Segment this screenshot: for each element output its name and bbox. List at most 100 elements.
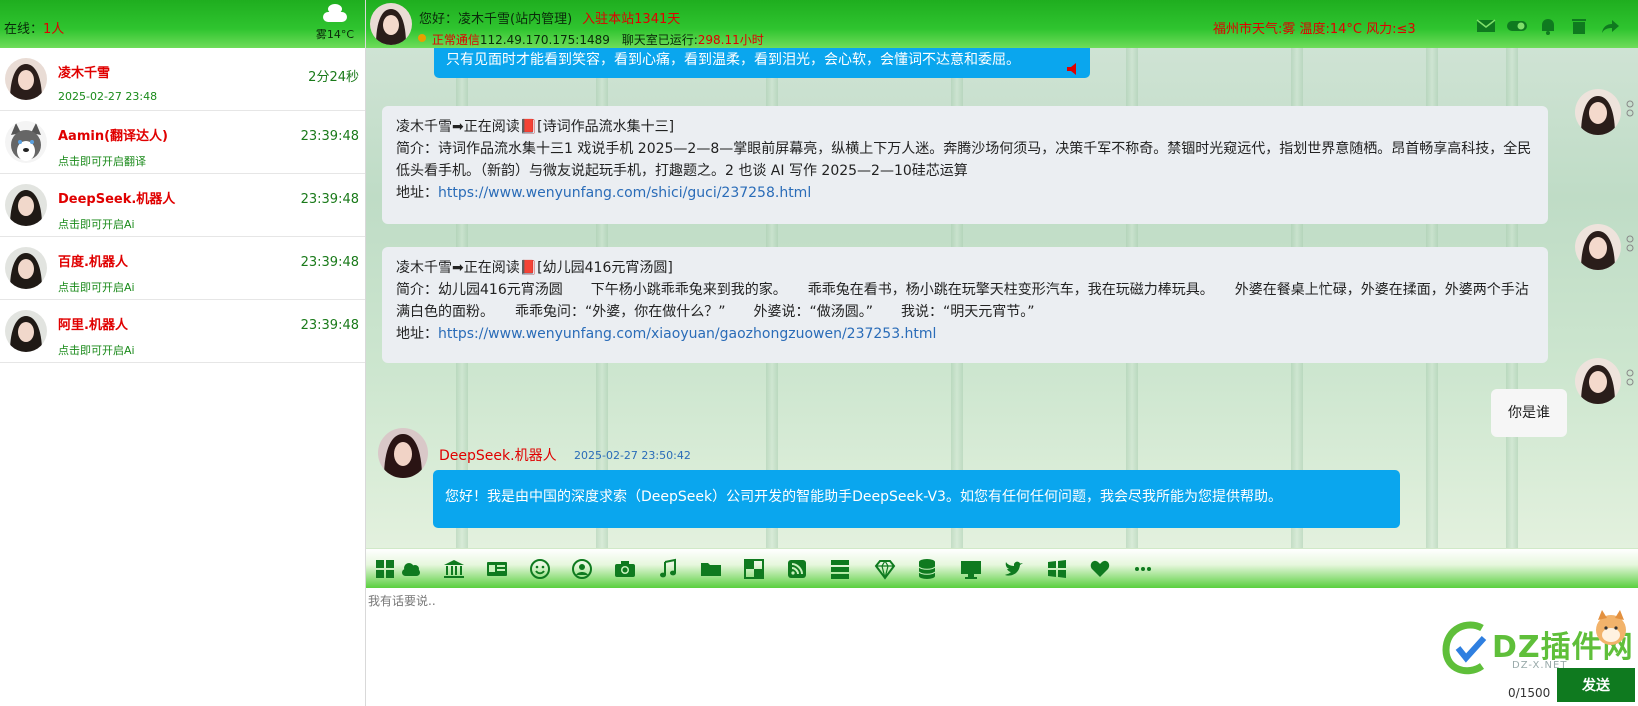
contact-subtitle: 点击即可开启翻译 (58, 155, 146, 168)
rss-icon[interactable] (786, 558, 808, 580)
intro-label: 简介： (396, 141, 438, 157)
contact-item[interactable]: Aamin(翻译达人) 点击即可开启翻译 23:39:48 (0, 111, 365, 174)
bell-icon[interactable] (1538, 16, 1558, 36)
avatar[interactable] (5, 58, 47, 100)
dog-icon (1596, 610, 1626, 645)
bot-timestamp: 2025-02-27 23:50:42 (574, 449, 691, 462)
share-icon[interactable] (1600, 16, 1620, 36)
cloud-icon[interactable] (400, 558, 422, 580)
camera-icon[interactable] (614, 558, 636, 580)
status-label: 正常通信 (431, 33, 480, 47)
puzzle-icon[interactable] (743, 558, 765, 580)
watermark-logo: DZ插件网 DZ-X.NET (1434, 610, 1634, 692)
avatar[interactable] (1575, 89, 1621, 135)
bot-message-bubble: 您好！我是由中国的深度求索（DeepSeek）公司开发的智能助手DeepSeek… (433, 470, 1400, 528)
contact-list: 凌木千雪 2025-02-27 23:48 2分24秒 Aamin(翻译达人) 点击即可… (0, 48, 365, 363)
online-count: 1人 (43, 22, 65, 37)
grid-icon[interactable] (374, 558, 396, 580)
avatar[interactable] (5, 121, 47, 163)
windows-icon[interactable] (1046, 558, 1068, 580)
card-title: 凌木千雪➡正在阅读📕[诗词作品流水集十三] (396, 119, 675, 135)
weather-temp: 雾14°C (315, 28, 355, 41)
contact-time: 23:39:48 (300, 255, 359, 270)
monitor-icon[interactable] (960, 558, 982, 580)
card-icon[interactable] (486, 558, 508, 580)
contact-item[interactable]: 阿里.机器人 点击即可开启Ai 23:39:48 (0, 300, 365, 363)
online-label: 在线： (4, 22, 44, 37)
contact-name: DeepSeek.机器人 (58, 192, 176, 207)
article-link[interactable]: https://www.wenyunfang.com/xiaoyuan/gaoz… (438, 326, 936, 342)
smile-icon[interactable] (529, 558, 551, 580)
toggle-icon[interactable] (1507, 16, 1527, 36)
contact-item[interactable]: DeepSeek.机器人 点击即可开启Ai 23:39:48 (0, 174, 365, 237)
options-icon[interactable] (1625, 100, 1635, 118)
contact-subtitle: 点击即可开启Ai (58, 218, 135, 231)
uptime-label: 聊天室已运行: (621, 33, 698, 47)
contact-subtitle: 点击即可开启Ai (58, 344, 135, 357)
logo-icon (1442, 621, 1487, 675)
card-intro: 诗词作品流水集十三1 戏说手机 2025—2—8—掌眼前屏幕亮，纵横上下万人迷。… (396, 141, 1532, 179)
avatar[interactable] (5, 184, 47, 226)
card-title: 凌木千雪➡正在阅读📕[幼儿园416元宵汤圆] (396, 260, 673, 276)
options-icon[interactable] (1625, 235, 1635, 253)
message-text: 只有见面时才能看到笑容，看到心痛，看到温柔，看到泪光，会心软，会懂词不达意和委屈… (446, 52, 1020, 68)
ip-address: 112.49.170.175:1489 (479, 33, 610, 47)
contact-time: 2分24秒 (308, 70, 359, 85)
folder-icon[interactable] (700, 558, 722, 580)
reading-card: 凌木千雪➡正在阅读📕[幼儿园416元宵汤圆] 简介：幼儿园416元宵汤圆 下午杨… (382, 247, 1548, 363)
diamond-icon[interactable] (874, 558, 896, 580)
header-actions (1476, 16, 1620, 36)
input-toolbar (366, 548, 1638, 588)
server-icon[interactable] (829, 558, 851, 580)
music-icon[interactable] (657, 558, 679, 580)
weather-widget: 雾14°C (311, 2, 359, 42)
database-icon[interactable] (916, 558, 938, 580)
avatar[interactable] (370, 3, 412, 45)
avatar[interactable] (5, 310, 47, 352)
reading-card: 凌木千雪➡正在阅读📕[诗词作品流水集十三] 简介：诗词作品流水集十三1 戏说手机… (382, 106, 1548, 224)
avatar[interactable] (1575, 358, 1621, 404)
more-icon[interactable] (1132, 558, 1154, 580)
avatar[interactable] (5, 247, 47, 289)
trash-icon[interactable] (1569, 16, 1589, 36)
intro-label: 简介： (396, 282, 438, 298)
contact-name: 百度.机器人 (58, 255, 128, 270)
article-link[interactable]: https://www.wenyunfang.com/shici/guci/23… (438, 185, 811, 201)
card-intro: 幼儿园416元宵汤圆 下午杨小跳乖乖兔来到我的家。 乖乖兔在看书，杨小跳在玩擎天… (396, 282, 1529, 320)
url-label: 地址： (396, 185, 438, 201)
speaker-icon[interactable] (1066, 62, 1082, 76)
message-input[interactable] (368, 592, 1548, 692)
avatar[interactable] (1575, 224, 1621, 270)
message-area[interactable]: 只有见面时才能看到笑容，看到心痛，看到温柔，看到泪光，会心软，会懂词不达意和委屈… (366, 48, 1638, 548)
sidebar-header: 在线：1人 雾14°C (0, 0, 365, 48)
user-message-bubble: 你是谁 (1491, 389, 1567, 437)
url-label: 地址： (396, 326, 438, 342)
days-badge: 入驻本站1341天 (582, 12, 681, 27)
greeting-line: 您好：凌木千雪(站内管理) 入驻本站1341天 (419, 8, 680, 27)
message-bubble: 只有见面时才能看到笑容，看到心痛，看到温柔，看到泪光，会心软，会懂词不达意和委屈… (434, 48, 1090, 78)
bot-avatar[interactable] (378, 428, 428, 478)
contact-name: 阿里.机器人 (58, 318, 128, 333)
contact-time: 23:39:48 (300, 318, 359, 333)
city-weather: 福州市天气:雾 温度:14°C 风力:≤3 (1213, 22, 1416, 37)
connection-line: 正常通信112.49.170.175:1489 聊天室已运行:298.11小时 (416, 31, 764, 48)
heart-icon[interactable] (1089, 558, 1111, 580)
uptime-value: 298.11小时 (697, 33, 764, 47)
sun-icon (418, 34, 426, 42)
contact-subtitle: 2025-02-27 23:48 (58, 90, 158, 103)
contact-name: 凌木千雪 (58, 66, 111, 81)
mail-icon[interactable] (1476, 16, 1496, 36)
contact-name: Aamin(翻译达人) (58, 129, 168, 144)
options-icon[interactable] (1625, 369, 1635, 387)
contact-item[interactable]: 百度.机器人 点击即可开启Ai 23:39:48 (0, 237, 365, 300)
contact-subtitle: 点击即可开启Ai (58, 281, 135, 294)
user-circle-icon[interactable] (571, 558, 593, 580)
watermark-sub: DZ-X.NET (1512, 660, 1568, 671)
chat-header: 您好：凌木千雪(站内管理) 入驻本站1341天 正常通信112.49.170.17… (366, 0, 1638, 48)
bank-icon[interactable] (443, 558, 465, 580)
contact-time: 23:39:48 (300, 192, 359, 207)
contact-item[interactable]: 凌木千雪 2025-02-27 23:48 2分24秒 (0, 48, 365, 111)
contact-time: 23:39:48 (300, 129, 359, 144)
twitter-icon[interactable] (1003, 558, 1025, 580)
online-status: 在线：1人 (4, 18, 64, 37)
